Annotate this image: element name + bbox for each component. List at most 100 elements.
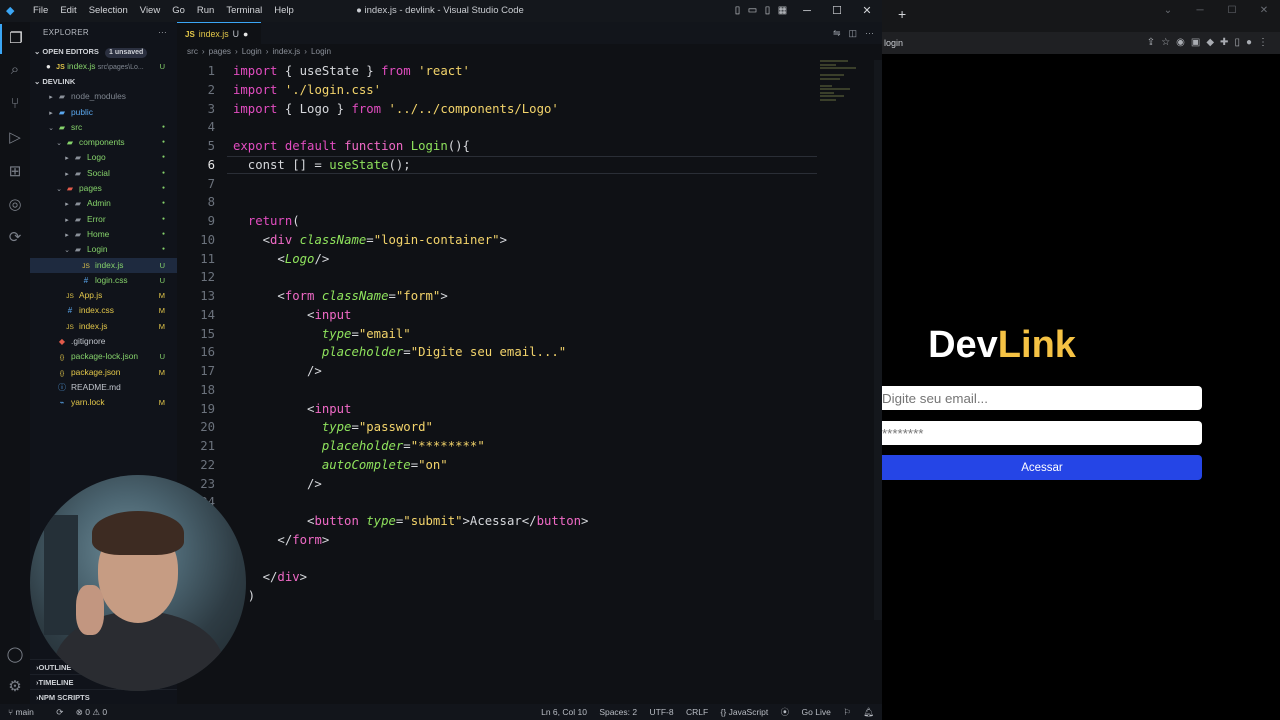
- close-icon[interactable]: ✕: [852, 0, 882, 22]
- new-tab-button[interactable]: +: [898, 6, 906, 22]
- maximize-icon[interactable]: ☐: [822, 0, 852, 22]
- code-token: "form": [395, 289, 441, 303]
- browser-minimize-icon[interactable]: ─: [1184, 0, 1216, 22]
- menu-item-run[interactable]: Run: [191, 0, 220, 22]
- menu-item-terminal[interactable]: Terminal: [220, 0, 268, 22]
- extension-icon[interactable]: ◉: [1176, 37, 1191, 48]
- tree-item[interactable]: ⌄ ▰ src ●: [30, 120, 177, 135]
- chevron-down-icon: ⌄: [48, 124, 54, 132]
- tree-item[interactable]: ▸ ▰ public: [30, 105, 177, 120]
- indentation[interactable]: Spaces: 2: [599, 707, 637, 717]
- tree-item[interactable]: ▸ ▰ node_modules: [30, 89, 177, 104]
- profile-avatar-icon[interactable]: ●: [1246, 37, 1258, 48]
- go-live-button[interactable]: ⦿ Go Live: [781, 707, 831, 717]
- more-actions-icon[interactable]: ···: [158, 22, 167, 44]
- tree-item[interactable]: {} package-lock.json U: [30, 349, 177, 364]
- password-input[interactable]: [882, 421, 1202, 445]
- source-control-icon[interactable]: ⑂: [0, 89, 30, 119]
- npm-scripts-section[interactable]: ›NPM SCRIPTS: [30, 689, 177, 704]
- extension-icon[interactable]: ◆: [1206, 37, 1220, 48]
- menu-item-view[interactable]: View: [134, 0, 166, 22]
- end-of-line[interactable]: CRLF: [686, 707, 708, 717]
- tree-item[interactable]: JS index.js U: [30, 257, 177, 273]
- tree-item[interactable]: ▸ ▰ Error ●: [30, 212, 177, 227]
- split-editor-icon[interactable]: ◫: [848, 28, 857, 38]
- bookmark-star-icon[interactable]: ☆: [1161, 37, 1176, 48]
- modified-dot-icon: ●: [161, 169, 165, 176]
- browser-toolbar-icons: ⇪☆◉▣◆✚▯●⋮: [1147, 32, 1274, 54]
- tree-item[interactable]: ⌄ ▰ components ●: [30, 135, 177, 150]
- extension-icon[interactable]: ▣: [1191, 37, 1206, 48]
- share-icon[interactable]: ⇪: [1147, 37, 1161, 48]
- email-input[interactable]: [882, 386, 1202, 410]
- code-token: from: [351, 101, 382, 116]
- tree-item[interactable]: ▸ ▰ Home ●: [30, 227, 177, 242]
- tree-item[interactable]: ⌄ ▰ pages ●: [30, 181, 177, 196]
- feedback-icon[interactable]: ⚐: [843, 707, 851, 717]
- extensions-icon[interactable]: ⊞: [0, 157, 30, 187]
- tree-item[interactable]: # login.css U: [30, 273, 177, 288]
- run-debug-icon[interactable]: ▷: [0, 123, 30, 153]
- language-mode[interactable]: {} JavaScript: [721, 707, 769, 717]
- tree-item[interactable]: # index.css M: [30, 303, 177, 318]
- menu-item-edit[interactable]: Edit: [54, 0, 82, 22]
- menu-item-file[interactable]: File: [27, 0, 54, 22]
- breadcrumb-item[interactable]: Login: [311, 47, 331, 56]
- menu-item-selection[interactable]: Selection: [83, 0, 134, 22]
- cursor-position[interactable]: Ln 6, Col 10: [541, 707, 587, 717]
- code-token: input: [314, 401, 352, 416]
- more-actions-icon[interactable]: ···: [865, 28, 874, 38]
- open-editors-section[interactable]: ⌄ OPEN EDITORS 1 unsaved: [30, 44, 177, 59]
- extensions-puzzle-icon[interactable]: ✚: [1220, 37, 1234, 48]
- tree-item[interactable]: ▸ ▰ Admin ●: [30, 196, 177, 211]
- tree-item[interactable]: ▸ ▰ Social ●: [30, 166, 177, 181]
- remote-explorer-icon[interactable]: ◎: [0, 190, 30, 220]
- breadcrumb-item[interactable]: Login: [242, 47, 262, 56]
- account-icon[interactable]: ◯: [0, 640, 30, 670]
- sidebar-toggle-icon[interactable]: ▯: [1234, 37, 1246, 48]
- tree-item[interactable]: {} package.json M: [30, 365, 177, 380]
- search-icon[interactable]: ⌕: [0, 55, 30, 85]
- menu-item-help[interactable]: Help: [268, 0, 300, 22]
- unsaved-dot-icon[interactable]: ●: [243, 29, 248, 39]
- live-share-icon[interactable]: ⟳: [0, 223, 30, 253]
- toggle-sidebar-icon[interactable]: ▯: [730, 0, 745, 22]
- breadcrumb-item[interactable]: pages: [209, 47, 231, 56]
- minimap[interactable]: [820, 60, 860, 120]
- breadcrumb-item[interactable]: index.js: [272, 47, 300, 56]
- breadcrumb-item[interactable]: src: [187, 47, 198, 56]
- browser-close-icon[interactable]: ✕: [1248, 0, 1280, 22]
- chevron-right-icon: ▸: [65, 155, 69, 163]
- tree-item[interactable]: ⌁ yarn.lock M: [30, 395, 177, 410]
- tree-item[interactable]: ⓘ README.md: [30, 380, 177, 395]
- url-field[interactable]: login: [884, 32, 903, 54]
- project-section[interactable]: ⌄ DEVLINK: [30, 74, 177, 89]
- menu-item-go[interactable]: Go: [166, 0, 191, 22]
- tab-search-icon[interactable]: ⌄: [1152, 0, 1184, 22]
- notifications-bell-icon[interactable]: 🔔︎: [863, 707, 874, 717]
- browser-maximize-icon[interactable]: ☐: [1216, 0, 1248, 22]
- toggle-panel-icon[interactable]: ▭: [745, 0, 760, 22]
- sync-icon[interactable]: ⟳: [56, 707, 63, 717]
- settings-gear-icon[interactable]: ⚙: [0, 672, 30, 702]
- code-editor[interactable]: 1 import { useState } from 'react' 2 import…: [177, 60, 882, 620]
- tree-item[interactable]: ▸ ▰ Logo ●: [30, 150, 177, 165]
- minimize-icon[interactable]: ─: [792, 0, 822, 22]
- open-editor-item[interactable]: ● JS index.js src\pages\Lo... U: [30, 59, 177, 74]
- branch-indicator[interactable]: ⑂ main: [8, 707, 44, 717]
- problems-indicator[interactable]: ⊗ 0 ⚠ 0: [76, 707, 107, 717]
- toggle-secondary-sidebar-icon[interactable]: ▯: [760, 0, 775, 22]
- tree-item[interactable]: JS index.js M: [30, 319, 177, 334]
- explorer-icon[interactable]: ❐: [0, 24, 30, 54]
- encoding[interactable]: UTF-8: [650, 707, 674, 717]
- compare-icon[interactable]: ⇋: [833, 28, 841, 38]
- tab-index-js[interactable]: JS index.js U ●: [177, 22, 261, 44]
- customize-layout-icon[interactable]: ▦: [775, 0, 790, 22]
- browser-menu-icon[interactable]: ⋮: [1258, 37, 1274, 48]
- vertical-scrollbar[interactable]: [874, 60, 882, 620]
- tree-item[interactable]: JS App.js M: [30, 288, 177, 303]
- tree-item[interactable]: ⌄ ▰ Login ●: [30, 242, 177, 257]
- tree-item-label: index.js: [79, 320, 108, 331]
- tree-item[interactable]: ◆ .gitignore: [30, 334, 177, 349]
- acessar-button[interactable]: Acessar: [882, 455, 1202, 480]
